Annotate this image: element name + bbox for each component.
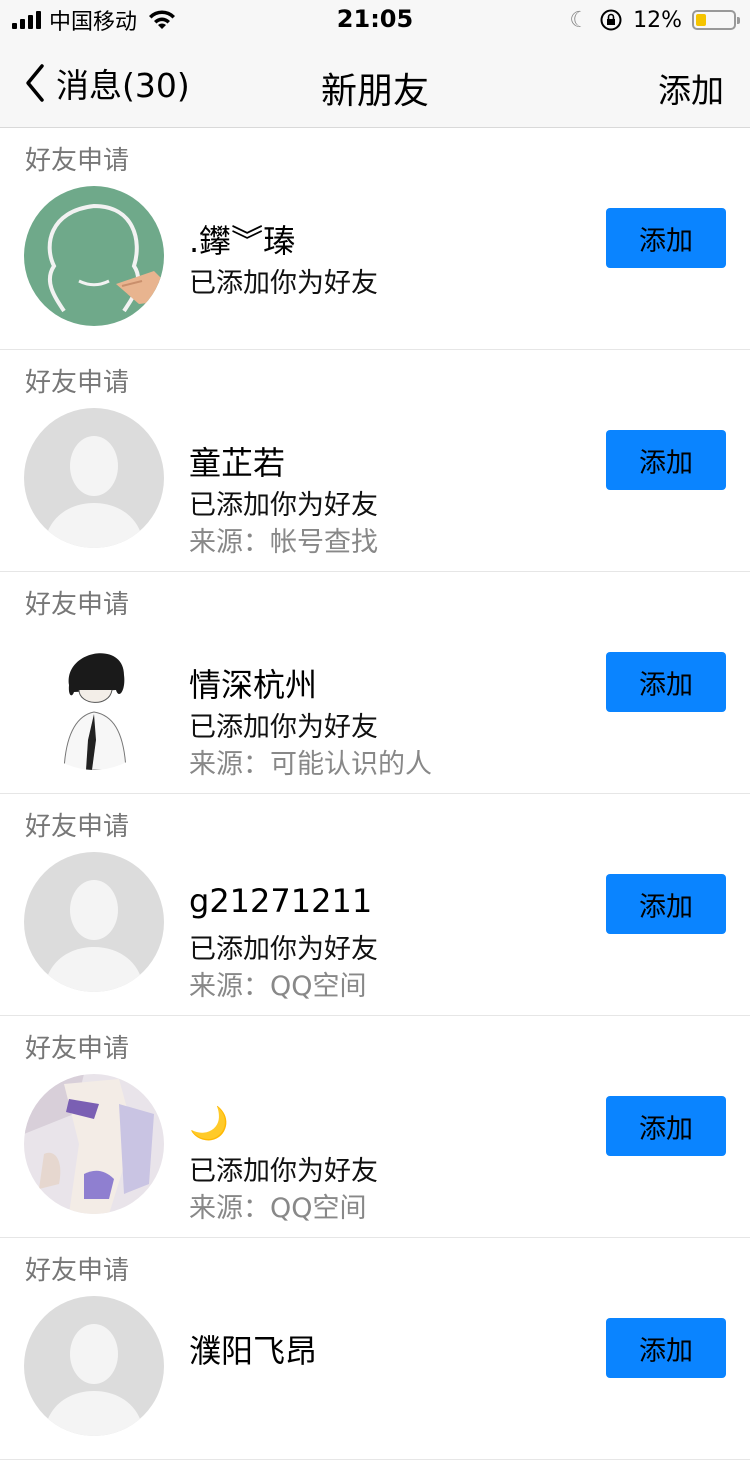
navigation-bar: 消息(30) 新朋友 添加 [0, 40, 750, 128]
add-friend-button[interactable]: 添加 [606, 874, 726, 934]
request-status: 已添加你为好友 [189, 268, 378, 299]
request-source: 来源：QQ空间 [189, 1193, 367, 1224]
section-label: 好友申请 [25, 812, 130, 842]
friend-request-item[interactable]: 好友申请 .鑻︾瑧 已添加你为好友 添加 [0, 128, 750, 350]
status-bar-right: ☾ 12% [569, 6, 740, 34]
request-source: 来源：帐号查找 [189, 527, 378, 558]
sketch-avatar[interactable] [24, 630, 164, 770]
battery-icon [692, 10, 740, 30]
add-friend-button[interactable]: 添加 [606, 1318, 726, 1378]
add-friend-button[interactable]: 添加 [606, 208, 726, 268]
default-avatar[interactable] [24, 408, 164, 548]
friend-request-item[interactable]: 好友申请 g21271211 已添加你为好友 来源：QQ空间 添加 [0, 794, 750, 1016]
friend-name: g21271211 [189, 882, 373, 920]
moon-icon: ☾ [569, 7, 590, 33]
friend-request-item[interactable]: 好友申请 濮阳飞昂 添加 [0, 1238, 750, 1460]
add-friend-button[interactable]: 添加 [606, 652, 726, 712]
request-status: 已添加你为好友 [189, 1156, 378, 1187]
section-label: 好友申请 [25, 590, 130, 620]
friend-request-item[interactable]: 好友申请 童芷若 已添加你为好友 来源：帐号查找 添加 [0, 350, 750, 572]
friend-name: .鑻︾瑧 [189, 222, 296, 260]
request-source: 来源：QQ空间 [189, 971, 367, 1002]
request-status: 已添加你为好友 [189, 934, 378, 965]
add-friend-button[interactable]: 添加 [606, 1096, 726, 1156]
add-friend-button[interactable]: 添加 [606, 430, 726, 490]
page-title: 新朋友 [320, 71, 429, 112]
rotation-lock-icon [600, 9, 622, 31]
default-avatar[interactable] [24, 1296, 164, 1436]
default-avatar[interactable] [24, 852, 164, 992]
request-status: 已添加你为好友 [189, 712, 378, 743]
chalkboard-avatar[interactable] [24, 186, 164, 326]
friend-name: 情深杭州 [189, 666, 318, 704]
battery-percent: 12% [633, 7, 682, 33]
request-source: 来源：可能认识的人 [189, 749, 432, 780]
friend-name: 童芷若 [189, 444, 286, 482]
section-label: 好友申请 [25, 368, 130, 398]
friend-name: 濮阳飞昂 [189, 1332, 318, 1370]
friend-request-item[interactable]: 好友申请 情深杭州 已添加你为好友 来源：可能认识的人 添加 [0, 572, 750, 794]
section-label: 好友申请 [25, 1034, 130, 1064]
friend-name: 🌙 [189, 1104, 229, 1142]
status-bar: 中国移动 21:05 ☾ 12% [0, 0, 750, 40]
nav-add-button[interactable]: 添加 [658, 64, 724, 112]
friend-request-item[interactable]: 好友申请 🌙 已添加你为好友 来源：QQ空间 添加 [0, 1016, 750, 1238]
battery-level [696, 14, 706, 26]
request-status: 已添加你为好友 [189, 490, 378, 521]
section-label: 好友申请 [25, 1256, 130, 1286]
friend-request-list: 好友申请 .鑻︾瑧 已添加你为好友 添加 好友申请 童芷若 已添加你为好友 来源… [0, 128, 750, 1460]
section-label: 好友申请 [25, 146, 130, 176]
photo-avatar[interactable] [24, 1074, 164, 1214]
